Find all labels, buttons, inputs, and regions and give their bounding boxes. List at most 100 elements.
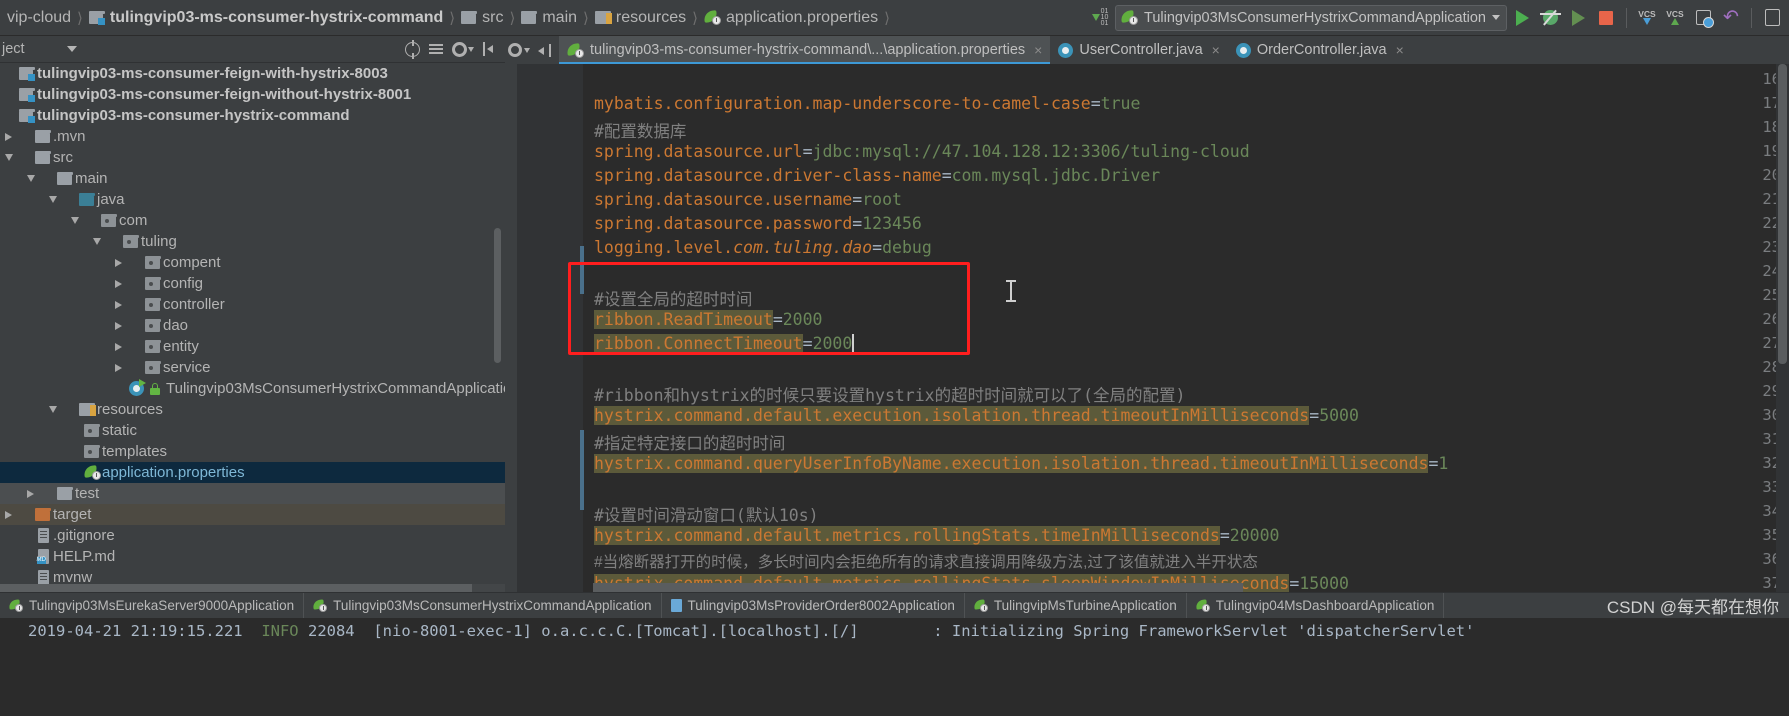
tree-item-label: application.properties (102, 464, 245, 481)
editor-tab-order-controller[interactable]: OrderController.java × (1228, 36, 1412, 64)
breadcrumb-item-file[interactable]: application.properties (699, 4, 883, 32)
tree-expander-collapsed[interactable] (110, 363, 127, 372)
vcs-commit-button[interactable]: VCS (1662, 5, 1688, 31)
editor-tab-label: UserController.java (1079, 42, 1203, 58)
code-editor[interactable]: 16 17 18 19 20 21 22 23 24 25 26 27 28 2… (505, 64, 1789, 592)
tree-item-label: .mvn (53, 128, 86, 145)
run-tab-provider-order[interactable]: Tulingvip03MsProviderOrder8002Applicatio… (662, 592, 965, 619)
stop-button[interactable] (1593, 5, 1619, 31)
vcs-change-marker[interactable] (580, 430, 584, 510)
breadcrumb-item-src[interactable]: src (456, 4, 508, 32)
project-tree[interactable]: tulingvip03-ms-consumer-feign-with-hystr… (0, 63, 505, 592)
editor-tab-application-properties[interactable]: tulingvip03-ms-consumer-hystrix-command\… (559, 36, 1051, 64)
line-numbers-icon[interactable]: 01 10 01 (1087, 5, 1113, 31)
tree-item-entity[interactable]: entity (0, 336, 505, 357)
editor-tab-label: OrderController.java (1256, 42, 1387, 58)
tree-expander-collapsed[interactable] (110, 300, 127, 309)
run-tab-consumer-hystrix-command[interactable]: Tulingvip03MsConsumerHystrixCommandAppli… (304, 592, 662, 619)
tree-expander-collapsed[interactable] (110, 342, 127, 351)
gear-icon[interactable] (508, 43, 522, 57)
close-icon[interactable]: × (1396, 42, 1404, 58)
scroll-from-source-icon[interactable] (405, 39, 420, 59)
breadcrumb-separator: ⟩ (583, 9, 589, 27)
code-line-22: spring.datasource.password=123456 (594, 214, 922, 233)
hide-panel-icon[interactable] (483, 42, 497, 56)
gear-icon[interactable] (452, 41, 467, 57)
package-icon (145, 339, 161, 354)
tree-item-help-md[interactable]: MD HELP.md (0, 546, 505, 567)
tree-expander-collapsed[interactable] (110, 279, 127, 288)
breadcrumb-item-main[interactable]: main (516, 4, 582, 32)
code-text-area[interactable]: mybatis.configuration.map-underscore-to-… (583, 64, 1789, 592)
hide-panel-icon[interactable] (538, 43, 551, 57)
tree-item-mvn[interactable]: .mvn (0, 126, 505, 147)
tree-expander-collapsed[interactable] (22, 489, 39, 498)
tree-expander-expanded[interactable] (22, 175, 39, 182)
run-tab-eureka-server[interactable]: Tulingvip03MsEurekaServer9000Application (0, 592, 305, 619)
tree-item-templates[interactable]: templates (0, 441, 505, 462)
close-icon[interactable]: × (1034, 42, 1042, 58)
folder-icon (57, 486, 73, 501)
vcs-update-button[interactable]: VCS (1634, 5, 1660, 31)
run-tab-turbine[interactable]: TulingvipMsTurbineApplication (965, 592, 1187, 619)
project-tree-vertical-scrollbar[interactable] (494, 228, 501, 363)
editor-tab-user-controller[interactable]: UserController.java × (1050, 36, 1228, 64)
tree-item-compent[interactable]: compent (0, 252, 505, 273)
tree-item-test[interactable]: test (0, 483, 505, 504)
run-tab-dashboard[interactable]: Tulingvip04MsDashboardApplication (1187, 592, 1445, 619)
tree-item-com[interactable]: com (0, 210, 505, 231)
settings-button[interactable] (1759, 5, 1785, 31)
tree-expander-collapsed[interactable] (0, 510, 17, 519)
tree-item-label: tulingvip03-ms-consumer-hystrix-command (37, 107, 350, 124)
tree-expander-collapsed[interactable] (110, 258, 127, 267)
project-tree-horizontal-scrollbar[interactable] (0, 584, 472, 592)
editor-vertical-scrollbar[interactable] (1778, 64, 1787, 364)
breadcrumb-item-project[interactable]: vip-cloud (2, 4, 76, 32)
vcs-history-button[interactable] (1690, 5, 1716, 31)
tree-item-application-properties[interactable]: application.properties (0, 462, 505, 483)
tree-item-dao[interactable]: dao (0, 315, 505, 336)
tree-item-config[interactable]: config (0, 273, 505, 294)
tree-expander-expanded[interactable] (66, 217, 83, 224)
tree-expander-collapsed[interactable] (0, 132, 17, 141)
tree-item-service[interactable]: service (0, 357, 505, 378)
breadcrumb-label: main (542, 8, 578, 26)
tree-item-target[interactable]: target (0, 504, 505, 525)
run-configuration-selector[interactable]: Tulingvip03MsConsumerHystrixCommandAppli… (1115, 4, 1507, 31)
tree-expander-expanded[interactable] (44, 406, 61, 413)
tree-expander-expanded[interactable] (44, 196, 61, 203)
tree-item-module[interactable]: tulingvip03-ms-consumer-feign-with-hystr… (0, 63, 505, 84)
vcs-change-marker[interactable] (580, 246, 584, 294)
tree-item-tuling[interactable]: tuling (0, 231, 505, 252)
stop-icon (1599, 10, 1613, 25)
collapse-all-icon[interactable] (429, 42, 443, 56)
tree-item-controller[interactable]: controller (0, 294, 505, 315)
debug-button[interactable] (1537, 5, 1563, 31)
log-pid: 22084 (307, 622, 355, 640)
tree-expander-expanded[interactable] (88, 238, 105, 245)
tree-expander-expanded[interactable] (0, 154, 17, 161)
editor-gutter[interactable] (505, 64, 583, 592)
breadcrumb-label: vip-cloud (7, 8, 72, 26)
text-caret (852, 334, 854, 353)
tree-item-module[interactable]: tulingvip03-ms-consumer-feign-without-hy… (0, 84, 505, 105)
run-button[interactable] (1509, 5, 1535, 31)
chevron-down-icon[interactable] (66, 46, 77, 52)
tree-item-module[interactable]: tulingvip03-ms-consumer-hystrix-command (0, 105, 505, 126)
tree-item-application-class[interactable]: Tulingvip03MsConsumerHystrixCommandAppli… (0, 378, 505, 399)
tree-item-main[interactable]: main (0, 168, 505, 189)
close-icon[interactable]: × (1212, 42, 1220, 58)
undo-button[interactable]: ↶ (1718, 5, 1744, 31)
run-with-coverage-button[interactable] (1565, 5, 1591, 31)
editor-horizontal-scrollbar[interactable] (593, 583, 1243, 592)
tree-item-resources[interactable]: resources (0, 399, 505, 420)
tree-item-static[interactable]: static (0, 420, 505, 441)
tree-expander-collapsed[interactable] (110, 321, 127, 330)
tree-item-src[interactable]: src (0, 147, 505, 168)
breadcrumb-item-module[interactable]: tulingvip03-ms-consumer-hystrix-command (84, 4, 448, 32)
tree-item-gitignore[interactable]: .gitignore (0, 525, 505, 546)
source-folder-icon (79, 192, 95, 207)
tree-item-java[interactable]: java (0, 189, 505, 210)
console-output[interactable]: 2019-04-21 21:19:15.221 INFO 22084 [nio-… (0, 618, 1789, 716)
breadcrumb-item-resources[interactable]: resources (590, 4, 691, 32)
